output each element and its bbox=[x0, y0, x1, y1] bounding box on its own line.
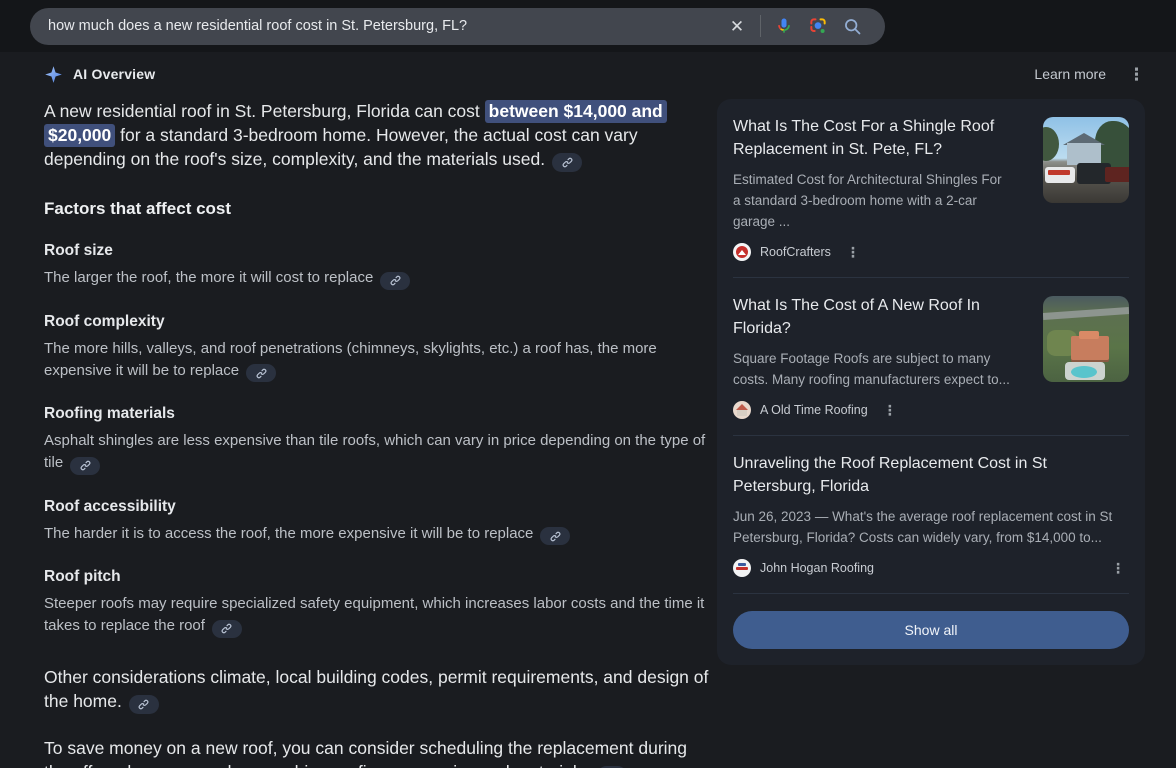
factor-text: The harder it is to access the roof, the… bbox=[44, 525, 533, 542]
other-considerations-paragraph: Other considerations climate, local buil… bbox=[44, 665, 710, 714]
source-favicon bbox=[733, 401, 751, 419]
factor-body-roof-pitch: Steeper roofs may require specialized sa… bbox=[44, 593, 710, 638]
factor-text: The more hills, valleys, and roof penetr… bbox=[44, 340, 657, 379]
link-icon bbox=[390, 275, 401, 286]
voice-search-button[interactable] bbox=[767, 9, 801, 43]
save-money-paragraph: To save money on a new roof, you can con… bbox=[44, 736, 710, 768]
divider bbox=[733, 435, 1129, 436]
factor-text: Asphalt shingles are less expensive than… bbox=[44, 432, 705, 471]
overview-menu-button[interactable]: ⋮ bbox=[1128, 66, 1145, 83]
link-icon bbox=[221, 623, 232, 634]
source-menu-button[interactable]: ⋮ bbox=[883, 403, 897, 417]
factor-title-roofing-materials: Roofing materials bbox=[44, 405, 710, 423]
intro-text-pre: A new residential roof in St. Petersburg… bbox=[44, 101, 485, 121]
search-submit-button[interactable] bbox=[835, 9, 869, 43]
search-icon bbox=[842, 16, 863, 37]
divider bbox=[733, 593, 1129, 594]
source-snippet: Jun 26, 2023 — What's the average roof r… bbox=[733, 506, 1129, 548]
source-card-3[interactable]: Unraveling the Roof Replacement Cost in … bbox=[733, 452, 1129, 577]
intro-paragraph: A new residential roof in St. Petersburg… bbox=[44, 99, 710, 172]
lens-search-button[interactable] bbox=[801, 9, 835, 43]
search-input[interactable] bbox=[48, 18, 720, 34]
link-icon bbox=[256, 368, 267, 379]
source-title[interactable]: What Is The Cost of A New Roof In Florid… bbox=[733, 294, 1011, 340]
source-name: RoofCrafters bbox=[760, 245, 831, 259]
link-icon bbox=[138, 699, 149, 710]
factor-body-roof-accessibility: The harder it is to access the roof, the… bbox=[44, 523, 710, 546]
source-card-1[interactable]: What Is The Cost For a Shingle Roof Repl… bbox=[733, 115, 1129, 261]
top-search-bar: ✕ bbox=[0, 0, 1176, 52]
citation-chip[interactable] bbox=[70, 457, 100, 475]
source-favicon bbox=[733, 243, 751, 261]
clear-search-button[interactable]: ✕ bbox=[720, 9, 754, 43]
ai-overview-title: AI Overview bbox=[73, 66, 155, 82]
microphone-icon bbox=[774, 16, 794, 36]
ai-overview-body: A new residential roof in St. Petersburg… bbox=[44, 99, 710, 768]
save-money-text: To save money on a new roof, you can con… bbox=[44, 738, 687, 768]
citation-chip[interactable] bbox=[540, 527, 570, 545]
factor-title-roof-complexity: Roof complexity bbox=[44, 313, 710, 331]
source-menu-button[interactable]: ⋮ bbox=[846, 245, 860, 259]
source-name: John Hogan Roofing bbox=[760, 561, 874, 575]
learn-more-link[interactable]: Learn more bbox=[1034, 66, 1106, 82]
google-lens-icon bbox=[808, 16, 828, 36]
source-snippet: Square Footage Roofs are subject to many… bbox=[733, 348, 1011, 390]
source-card-2[interactable]: What Is The Cost of A New Roof In Florid… bbox=[733, 294, 1129, 419]
link-icon bbox=[550, 531, 561, 542]
citation-chip[interactable] bbox=[212, 620, 242, 638]
factor-title-roof-accessibility: Roof accessibility bbox=[44, 498, 710, 516]
factor-body-roof-size: The larger the roof, the more it will co… bbox=[44, 267, 710, 290]
divider bbox=[733, 277, 1129, 278]
factor-title-roof-pitch: Roof pitch bbox=[44, 568, 710, 586]
close-icon: ✕ bbox=[730, 18, 744, 35]
source-thumbnail-house-trucks[interactable] bbox=[1043, 117, 1129, 203]
link-icon bbox=[562, 157, 573, 168]
source-name: A Old Time Roofing bbox=[760, 403, 868, 417]
citation-chip[interactable] bbox=[380, 272, 410, 290]
factor-title-roof-size: Roof size bbox=[44, 242, 710, 260]
ai-sparkle-icon bbox=[44, 65, 63, 84]
source-menu-button[interactable]: ⋮ bbox=[1111, 561, 1125, 575]
factors-heading: Factors that affect cost bbox=[44, 199, 710, 219]
citation-chip[interactable] bbox=[129, 695, 159, 714]
sources-panel: What Is The Cost For a Shingle Roof Repl… bbox=[717, 99, 1145, 665]
factor-text: Steeper roofs may require specialized sa… bbox=[44, 595, 704, 634]
search-box[interactable]: ✕ bbox=[30, 8, 885, 45]
source-title[interactable]: Unraveling the Roof Replacement Cost in … bbox=[733, 452, 1129, 498]
factor-body-roofing-materials: Asphalt shingles are less expensive than… bbox=[44, 430, 710, 475]
show-all-button[interactable]: Show all bbox=[733, 611, 1129, 649]
source-title[interactable]: What Is The Cost For a Shingle Roof Repl… bbox=[733, 115, 1011, 161]
ai-overview-header: AI Overview Learn more ⋮ bbox=[44, 61, 1145, 87]
factor-body-roof-complexity: The more hills, valleys, and roof penetr… bbox=[44, 338, 710, 383]
intro-text-post: for a standard 3-bedroom home. However, … bbox=[44, 125, 638, 169]
citation-chip[interactable] bbox=[246, 364, 276, 382]
link-icon bbox=[80, 460, 91, 471]
source-snippet: Estimated Cost for Architectural Shingle… bbox=[733, 169, 1011, 232]
source-thumbnail-aerial-house-pool[interactable] bbox=[1043, 296, 1129, 382]
citation-chip[interactable] bbox=[552, 153, 582, 172]
source-favicon bbox=[733, 559, 751, 577]
factor-text: The larger the roof, the more it will co… bbox=[44, 269, 373, 286]
search-divider bbox=[760, 15, 761, 37]
